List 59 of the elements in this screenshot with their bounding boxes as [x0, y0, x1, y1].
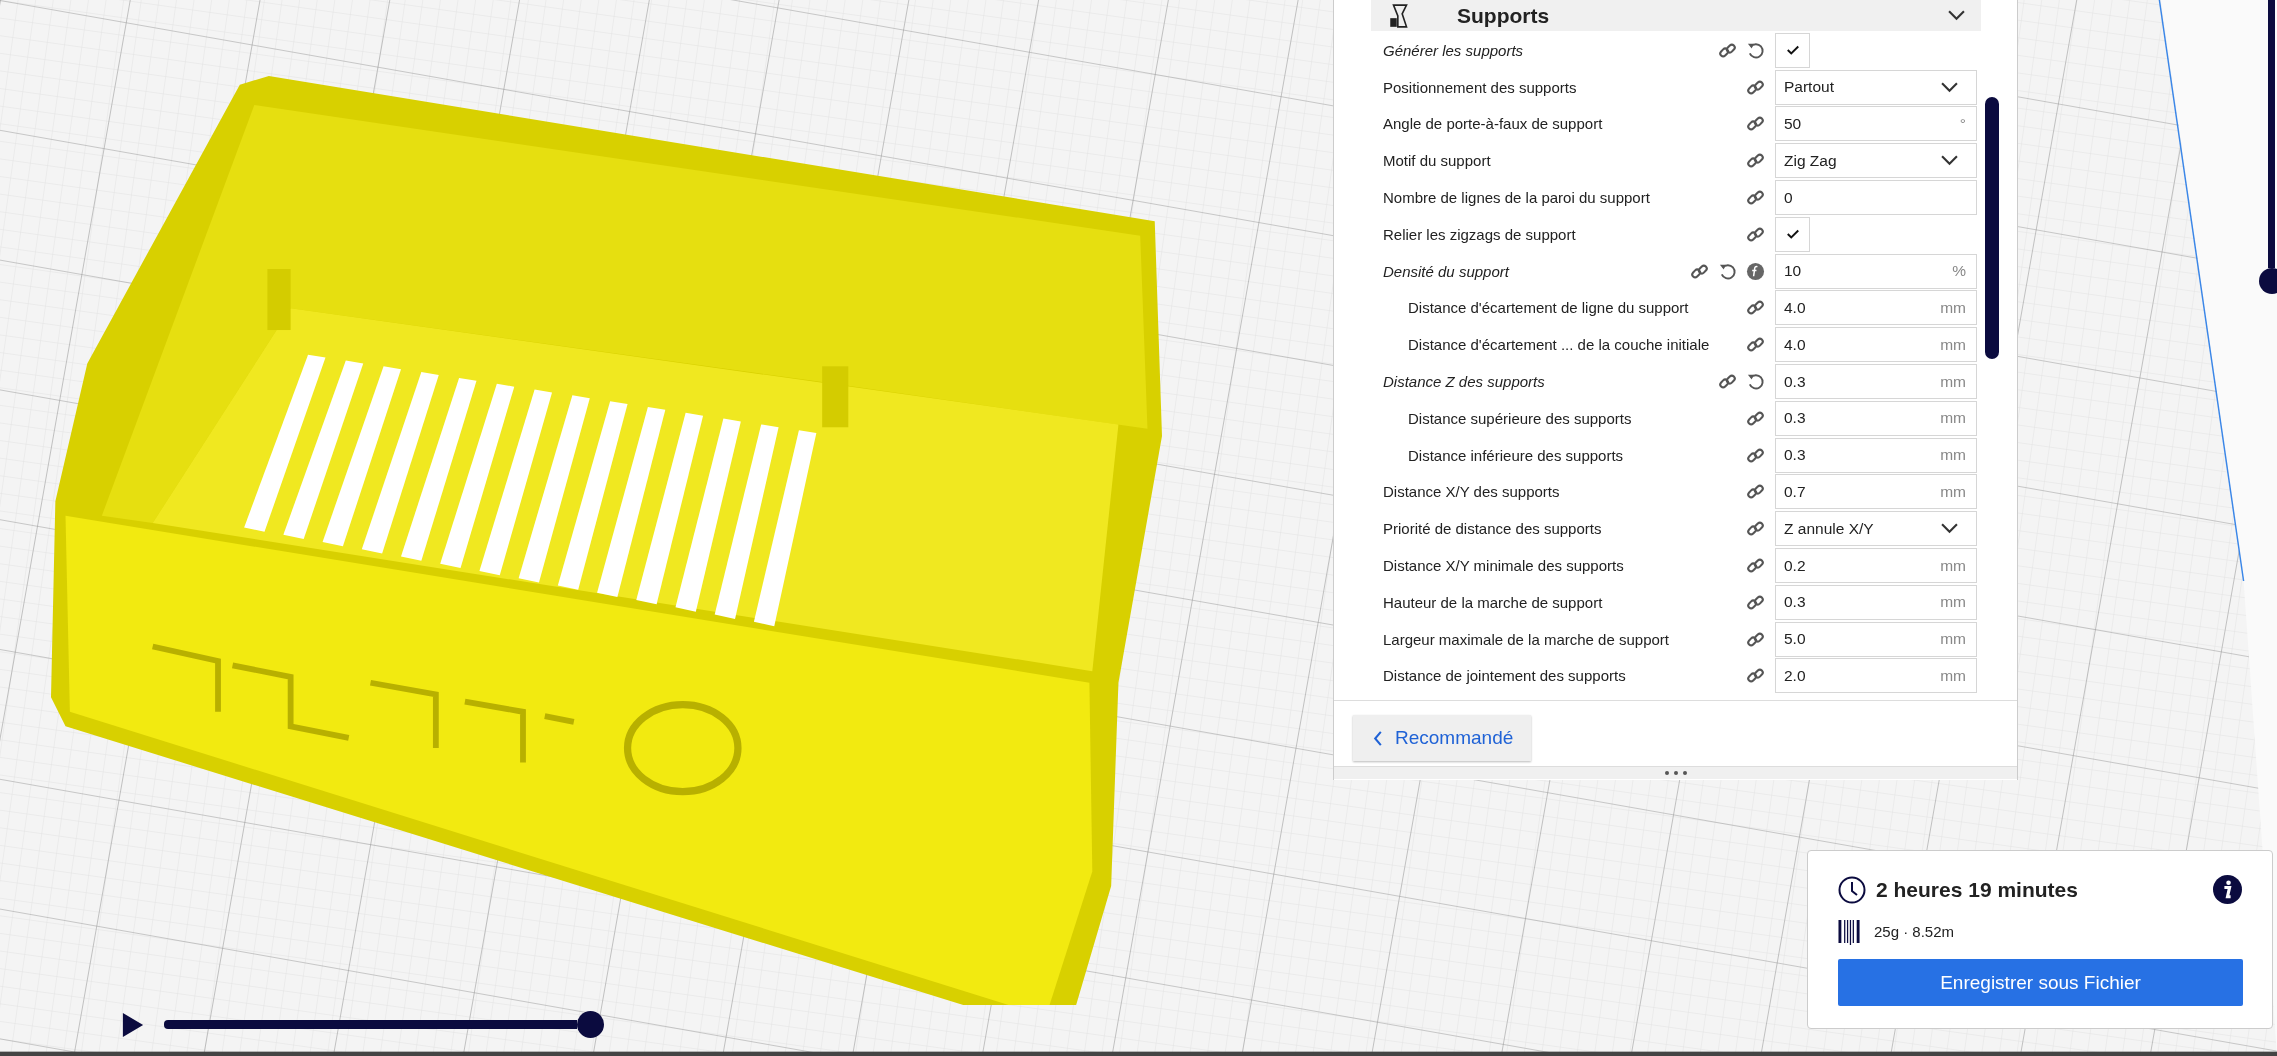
chevron-down-icon — [1948, 10, 1965, 21]
setting-label: Distance X/Y minimale des supports — [1383, 557, 1625, 575]
reset-icon[interactable] — [1718, 261, 1737, 281]
reset-icon[interactable] — [1746, 372, 1765, 392]
input-field[interactable]: 0.3 mm — [1775, 584, 1977, 620]
dropdown[interactable]: Zig Zag — [1775, 143, 1977, 179]
input-field[interactable]: 5.0 mm — [1775, 621, 1977, 657]
chevron-down-icon — [1941, 523, 1958, 535]
setting-label: Générer les supports — [1383, 41, 1525, 59]
setting-label: Distance supérieure des supports — [1407, 409, 1633, 427]
filament-icon — [1838, 918, 1861, 945]
layer-slider[interactable] — [2268, 0, 2275, 268]
section-title: Supports — [1457, 3, 1551, 28]
setting-label: Distance de jointement des supports — [1383, 667, 1627, 685]
chevron-left-icon — [1373, 730, 1383, 746]
dropdown[interactable]: Z annule X/Y — [1775, 511, 1977, 547]
input-field[interactable]: 4.0 mm — [1775, 290, 1977, 326]
recommended-button[interactable]: Recommandé — [1353, 715, 1532, 761]
setting-label: Densité du support — [1383, 262, 1511, 280]
input-field[interactable]: 4.0 mm — [1775, 327, 1977, 363]
info-icon[interactable] — [2213, 875, 2242, 904]
setting-label: Positionnement des supports — [1383, 78, 1578, 96]
dropdown[interactable]: Partout — [1775, 69, 1977, 105]
setting-label: Priorité de distance des supports — [1383, 520, 1603, 538]
section-header[interactable]: Supports — [1371, 0, 1981, 31]
clock-icon — [1838, 875, 1866, 904]
check-icon — [1785, 43, 1800, 58]
input-field[interactable]: 0.3 mm — [1775, 364, 1977, 400]
input-field[interactable]: 2.0 mm — [1775, 658, 1977, 694]
setting-label: Distance X/Y des supports — [1383, 483, 1561, 501]
resize-handle[interactable] — [1334, 766, 2017, 779]
input-field[interactable]: 0.7 mm — [1775, 474, 1977, 510]
check-icon — [1785, 227, 1800, 242]
checkbox[interactable] — [1775, 32, 1810, 68]
scrollbar[interactable] — [1985, 97, 1999, 359]
print-time: 2 heures 19 minutes — [1876, 877, 2079, 902]
setting-label: Distance inférieure des supports — [1407, 446, 1625, 464]
input-field[interactable]: 50 ° — [1775, 106, 1977, 142]
setting-label: Hauteur de la marche de support — [1383, 593, 1604, 611]
setting-label: Distance Z des supports — [1383, 373, 1546, 391]
checkbox[interactable] — [1775, 216, 1810, 252]
setting-label: Distance d'écartement ... de la couche initiale — [1407, 336, 1711, 354]
setting-label: Largeur maximale de la marche de support — [1383, 630, 1670, 648]
setting-label: Motif du support — [1383, 152, 1492, 170]
input-field[interactable]: 0.3 mm — [1775, 437, 1977, 473]
setting-label: Nombre de lignes de la paroi du support — [1383, 189, 1651, 207]
input-field[interactable]: 0.3 mm — [1775, 400, 1977, 436]
chevron-down-icon — [1941, 81, 1958, 93]
material-usage: 25g · 8.52m — [1874, 923, 1955, 940]
chevron-down-icon — [1941, 155, 1958, 167]
reset-icon[interactable] — [1746, 40, 1765, 60]
setting-label: Relier les zigzags de support — [1383, 225, 1577, 243]
input-field[interactable]: 10 % — [1775, 253, 1977, 289]
save-button[interactable]: Enregistrer sous Fichier — [1838, 959, 2243, 1006]
play-icon[interactable] — [122, 1012, 144, 1037]
setting-label: Distance d'écartement de ligne du support — [1407, 299, 1690, 317]
input-field[interactable]: 0 — [1775, 180, 1977, 216]
input-field[interactable]: 0.2 mm — [1775, 548, 1977, 584]
setting-label: Angle de porte-à-faux de support — [1383, 115, 1604, 133]
